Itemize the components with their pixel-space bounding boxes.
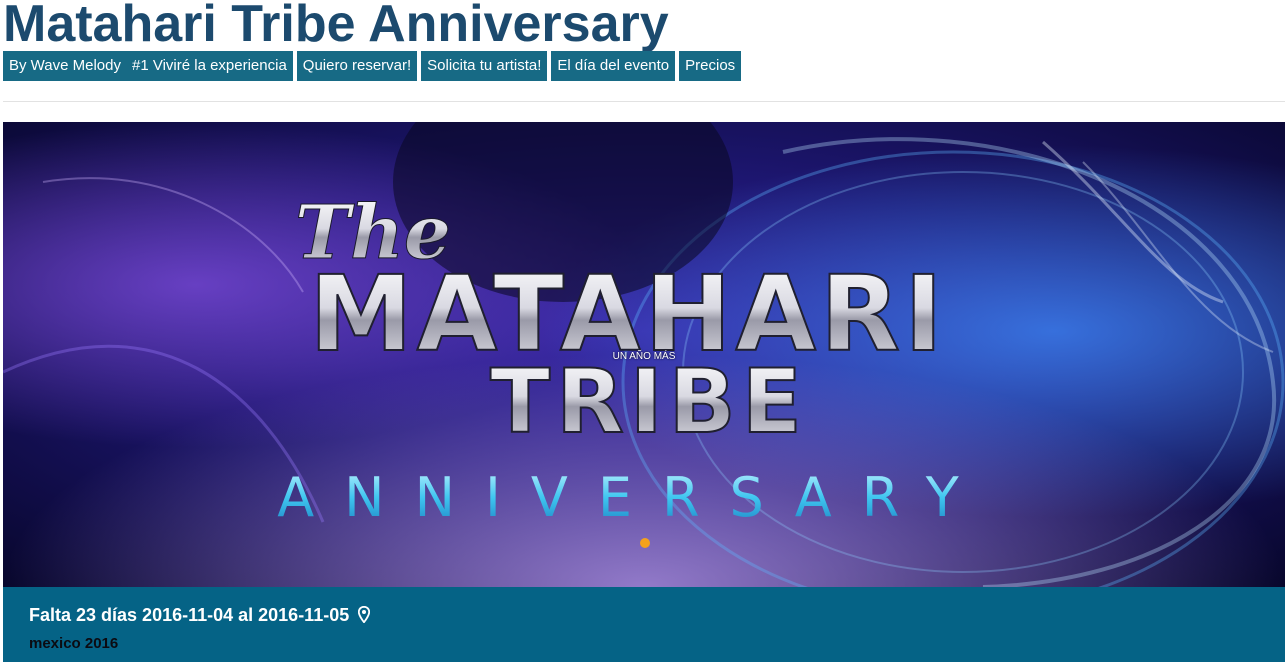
- nav-item-solicita-artista[interactable]: Solicita tu artista!: [421, 51, 548, 81]
- banner-logo-line2: TRIBE: [490, 350, 808, 453]
- nav-item-experiencia[interactable]: #1 Viviré la experiencia: [126, 51, 293, 81]
- event-info-bar: Falta 23 días 2016-11-04 al 2016-11-05 m…: [3, 587, 1285, 662]
- nav-item-dia-evento[interactable]: El día del evento: [551, 51, 676, 81]
- header-divider: [3, 101, 1285, 102]
- event-dates-text: Falta 23 días 2016-11-04 al 2016-11-05: [29, 605, 350, 625]
- nav-item-by-wave-melody[interactable]: By Wave Melody: [3, 51, 127, 81]
- event-banner-slider[interactable]: The MATAHARI TRIBE ANNIVERSARY UN AÑO MÁ…: [3, 122, 1285, 587]
- nav-item-precios[interactable]: Precios: [679, 51, 742, 81]
- banner-logo-line3: ANNIVERSARY: [277, 466, 989, 529]
- top-nav: By Wave Melody #1 Viviré la experiencia …: [3, 51, 742, 81]
- nav-item-reservar[interactable]: Quiero reservar!: [296, 51, 418, 81]
- map-marker-icon[interactable]: [358, 606, 371, 623]
- slide-caption: UN AÑO MÁS: [612, 351, 676, 362]
- slide-indicator-dot[interactable]: [640, 538, 650, 548]
- event-dates: Falta 23 días 2016-11-04 al 2016-11-05: [29, 605, 371, 626]
- event-location: mexico 2016: [29, 635, 119, 652]
- page-title: Matahari Tribe Anniversary: [3, 0, 669, 53]
